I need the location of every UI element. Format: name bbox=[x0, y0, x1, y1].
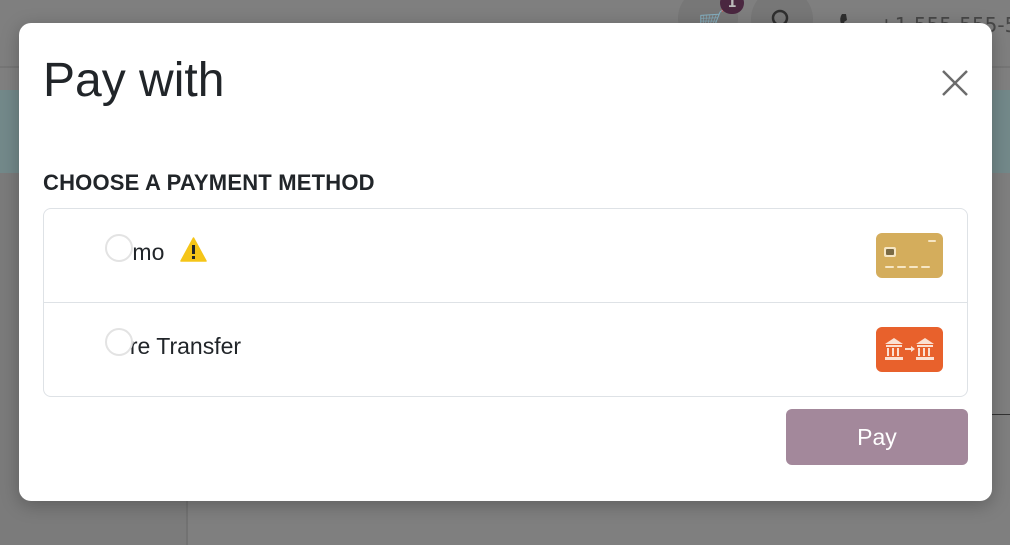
payment-method-list: Demo Wire T bbox=[43, 208, 968, 397]
payment-method-label-text: re Transfer bbox=[129, 333, 242, 359]
payment-modal: Pay with CHOOSE A PAYMENT METHOD Demo bbox=[19, 23, 992, 501]
payment-method-wire-transfer[interactable]: Wire Transfer bbox=[44, 302, 967, 396]
radio-demo[interactable] bbox=[105, 234, 133, 262]
radio-wire-transfer[interactable] bbox=[105, 328, 133, 356]
close-button[interactable] bbox=[939, 67, 971, 99]
payment-method-label-text: mo bbox=[132, 239, 165, 265]
payment-method-demo[interactable]: Demo bbox=[44, 209, 967, 302]
background-divider bbox=[990, 414, 1010, 415]
pay-button[interactable]: Pay bbox=[786, 409, 968, 465]
warning-icon bbox=[180, 237, 207, 262]
close-icon bbox=[942, 70, 968, 96]
bank-transfer-icon bbox=[876, 327, 943, 372]
payment-method-heading: CHOOSE A PAYMENT METHOD bbox=[43, 170, 375, 195]
credit-card-icon bbox=[876, 233, 943, 278]
modal-title: Pay with bbox=[43, 54, 225, 107]
